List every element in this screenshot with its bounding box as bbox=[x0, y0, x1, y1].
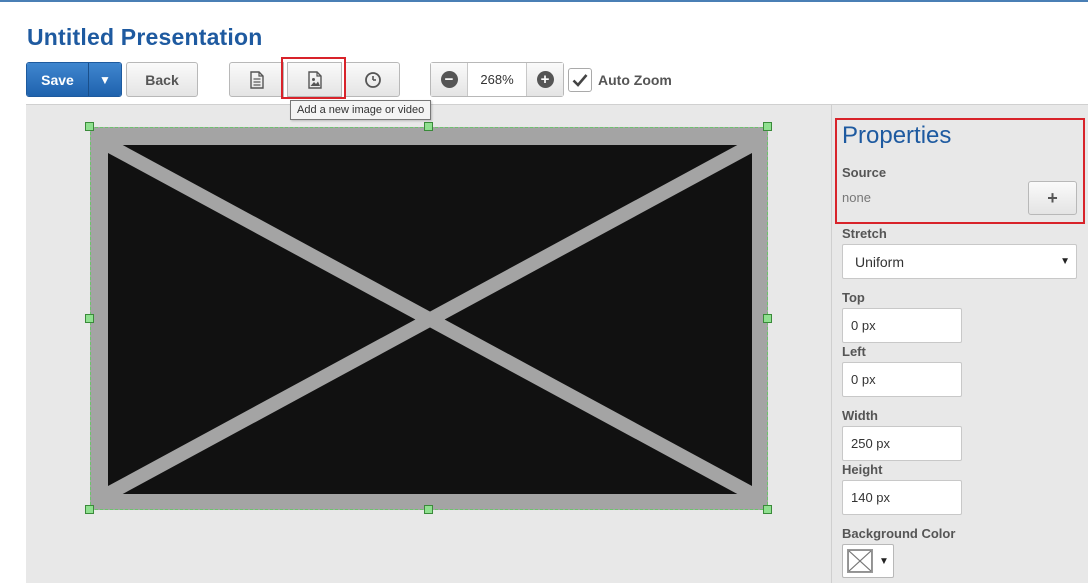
document-icon bbox=[249, 70, 264, 89]
add-source-button[interactable]: + bbox=[1028, 181, 1077, 215]
width-label: Width bbox=[842, 408, 878, 423]
back-button[interactable]: Back bbox=[126, 62, 198, 97]
checkmark-icon bbox=[572, 74, 588, 87]
width-input[interactable]: 250 px bbox=[842, 426, 962, 461]
zoom-control: − 268% + bbox=[430, 62, 564, 97]
save-split-button[interactable]: Save ▼ bbox=[26, 62, 122, 97]
source-value: none bbox=[842, 190, 871, 205]
left-label: Left bbox=[842, 344, 866, 359]
top-input[interactable]: 0 px bbox=[842, 308, 962, 343]
add-clock-button[interactable] bbox=[345, 62, 400, 97]
save-button[interactable]: Save bbox=[27, 63, 89, 96]
resize-handle-bottom-center[interactable] bbox=[424, 505, 433, 514]
zoom-out-button[interactable]: − bbox=[431, 63, 468, 96]
save-dropdown-button[interactable]: ▼ bbox=[89, 63, 121, 96]
properties-title: Properties bbox=[842, 122, 952, 149]
tooltip: Add a new image or video bbox=[290, 100, 432, 120]
top-border-line bbox=[0, 0, 1088, 2]
transparent-swatch-icon bbox=[847, 549, 873, 573]
stretch-select[interactable]: Uniform ▼ bbox=[842, 244, 1077, 279]
add-text-button[interactable] bbox=[229, 62, 284, 97]
resize-handle-bottom-left[interactable] bbox=[85, 505, 94, 514]
zoom-in-button[interactable]: + bbox=[526, 63, 563, 96]
auto-zoom-label: Auto Zoom bbox=[598, 72, 672, 88]
height-input[interactable]: 140 px bbox=[842, 480, 962, 515]
zoom-out-icon: − bbox=[440, 71, 458, 88]
add-image-video-button[interactable] bbox=[287, 62, 342, 97]
resize-handle-top-right[interactable] bbox=[763, 122, 772, 131]
dropdown-arrow-icon: ▼ bbox=[879, 555, 889, 567]
zoom-value: 268% bbox=[480, 72, 514, 87]
resize-handle-middle-right[interactable] bbox=[763, 314, 772, 323]
top-label: Top bbox=[842, 290, 865, 305]
image-placeholder bbox=[108, 145, 752, 494]
resize-handle-top-left[interactable] bbox=[85, 122, 94, 131]
left-input[interactable]: 0 px bbox=[842, 362, 962, 397]
zoom-in-icon: + bbox=[536, 71, 554, 88]
stretch-label: Stretch bbox=[842, 226, 887, 241]
background-color-label: Background Color bbox=[842, 526, 956, 541]
dropdown-arrow-icon: ▼ bbox=[1060, 256, 1070, 267]
image-icon bbox=[307, 70, 322, 89]
placeholder-cross-icon bbox=[108, 145, 752, 494]
clock-icon bbox=[364, 71, 381, 88]
caret-down-icon: ▼ bbox=[99, 72, 111, 87]
resize-handle-bottom-right[interactable] bbox=[763, 505, 772, 514]
height-label: Height bbox=[842, 462, 883, 477]
page-title: Untitled Presentation bbox=[27, 24, 263, 50]
selected-image-element[interactable] bbox=[90, 127, 768, 510]
background-color-picker[interactable]: ▼ bbox=[842, 544, 894, 578]
resize-handle-top-center[interactable] bbox=[424, 122, 433, 131]
auto-zoom-checkbox[interactable] bbox=[568, 68, 592, 92]
resize-handle-middle-left[interactable] bbox=[85, 314, 94, 323]
stretch-value: Uniform bbox=[855, 253, 905, 270]
source-label: Source bbox=[842, 165, 887, 180]
